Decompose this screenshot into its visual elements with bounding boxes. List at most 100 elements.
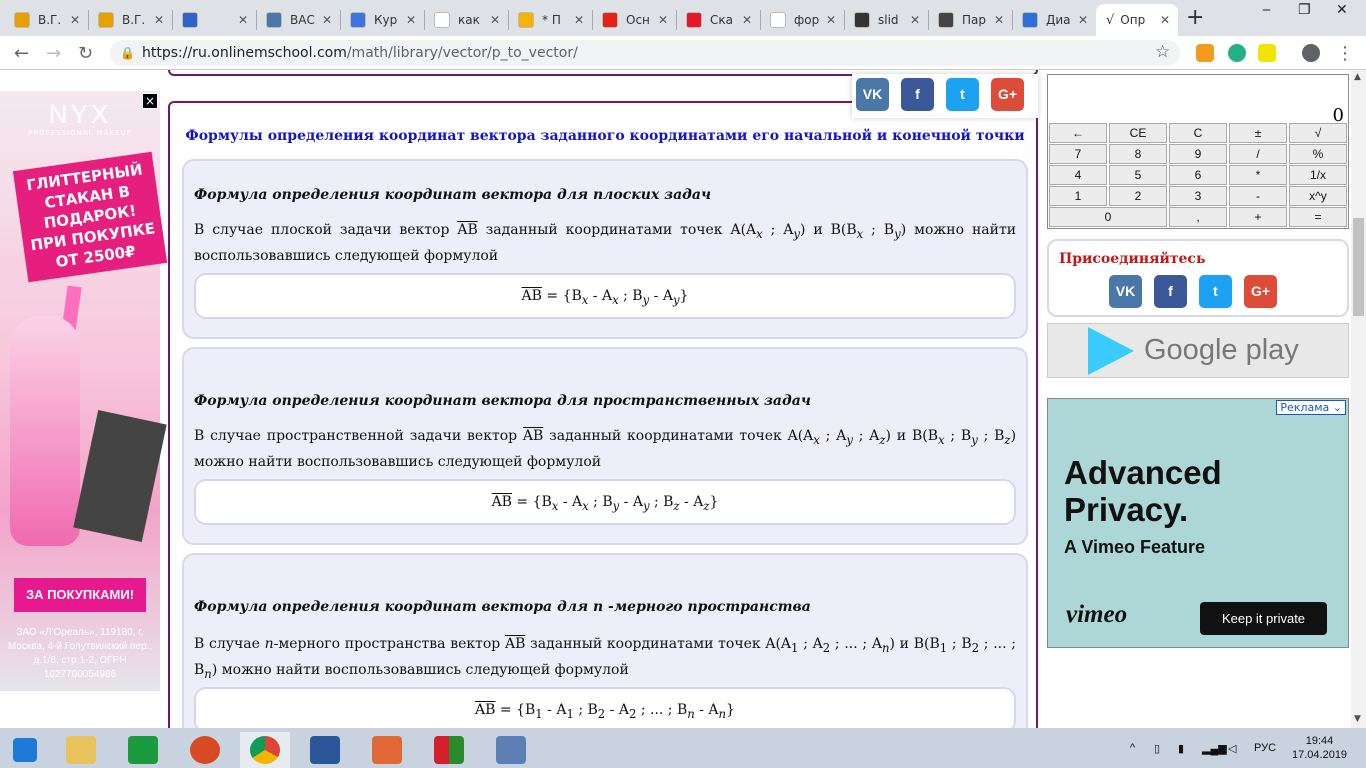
facebook-icon[interactable]: f [1154, 275, 1187, 308]
tray-arrow-icon[interactable]: ^ [1130, 742, 1135, 754]
shop-button[interactable]: ЗА ПОКУПКАМИ! [14, 578, 146, 612]
vk-icon[interactable]: VK [1109, 275, 1142, 308]
scroll-down-icon[interactable]: ▼ [1354, 714, 1361, 724]
calc-button[interactable]: x^y [1289, 186, 1347, 206]
cart-extension-icon[interactable] [1196, 44, 1214, 62]
calc-button[interactable]: 8 [1109, 144, 1167, 164]
calc-button[interactable]: - [1229, 186, 1287, 206]
app-task[interactable] [486, 732, 536, 768]
calc-button[interactable]: √ [1289, 123, 1347, 143]
calc-button[interactable]: = [1289, 207, 1347, 227]
extension-icon[interactable] [1228, 44, 1246, 62]
forward-icon[interactable]: → [46, 43, 61, 64]
matlab-task[interactable] [362, 732, 412, 768]
close-icon[interactable]: ✕ [1160, 13, 1170, 27]
close-icon[interactable]: ✕ [910, 13, 920, 27]
google-plus-icon[interactable]: G+ [1244, 275, 1277, 308]
back-icon[interactable]: ← [14, 43, 29, 64]
close-icon[interactable]: ✕ [574, 13, 584, 27]
browser-tab[interactable]: фор ✕ [760, 4, 844, 36]
close-icon[interactable]: ✕ [994, 13, 1004, 27]
browser-tab[interactable]: В.Г. ✕ [88, 4, 172, 36]
close-icon[interactable]: ✕ [322, 13, 332, 27]
browser-tab[interactable]: slid ✕ [844, 4, 928, 36]
calc-button[interactable]: 1 [1049, 186, 1107, 206]
calc-button[interactable]: 9 [1169, 144, 1227, 164]
menu-icon[interactable]: ⋮ [1336, 43, 1354, 64]
scroll-up-icon[interactable]: ▲ [1354, 72, 1361, 82]
volume-icon[interactable]: ◁ [1228, 742, 1236, 755]
twitter-icon[interactable]: t [946, 78, 979, 111]
calc-button[interactable]: 1/x [1289, 165, 1347, 185]
close-icon[interactable]: ✕ [406, 13, 416, 27]
browser-tab[interactable]: как ✕ [424, 4, 508, 36]
calc-button[interactable]: * [1229, 165, 1287, 185]
app-task[interactable] [180, 732, 230, 768]
signal-icon[interactable]: ▂▄▆ [1202, 742, 1227, 755]
address-bar[interactable]: 🔒 https://ru.onlinemschool.com/math/libr… [110, 40, 1180, 66]
start-button[interactable] [0, 732, 50, 768]
new-tab-button[interactable]: + [1186, 5, 1204, 30]
browser-tab[interactable]: Диа ✕ [1012, 4, 1096, 36]
calc-button[interactable]: + [1229, 207, 1287, 227]
browser-tab[interactable]: Ска ✕ [676, 4, 760, 36]
close-icon[interactable]: ✕ [1078, 13, 1088, 27]
close-icon[interactable]: ✕ [154, 13, 164, 27]
reload-icon[interactable]: ↻ [78, 43, 93, 64]
calc-button[interactable]: C [1169, 123, 1227, 143]
battery-icon[interactable]: ▮ [1178, 742, 1184, 755]
word-task[interactable] [300, 732, 350, 768]
restore-icon[interactable]: ❐ [1298, 2, 1311, 18]
browser-tab[interactable]: Кур ✕ [340, 4, 424, 36]
clock[interactable]: 19:44 17.04.2019 [1292, 734, 1347, 762]
close-icon[interactable]: ✕ [238, 13, 248, 27]
browser-tab[interactable]: ✕ [172, 4, 256, 36]
calc-button[interactable]: 4 [1049, 165, 1107, 185]
minimize-icon[interactable]: ‒ [1262, 2, 1271, 18]
browser-tab[interactable]: Пар ✕ [928, 4, 1012, 36]
close-window-icon[interactable]: ✕ [1336, 2, 1348, 18]
ad-label[interactable]: Реклама ⌄ [1276, 400, 1346, 415]
close-icon[interactable]: ✕ [742, 13, 752, 27]
facebook-icon[interactable]: f [901, 78, 934, 111]
browser-tab[interactable]: * П ✕ [508, 4, 592, 36]
calc-button[interactable]: 6 [1169, 165, 1227, 185]
calc-button[interactable]: 3 [1169, 186, 1227, 206]
browser-tab[interactable]: В.Г. ✕ [4, 4, 88, 36]
calc-button[interactable]: 7 [1049, 144, 1107, 164]
scroll-thumb[interactable] [1353, 218, 1364, 316]
extension-icon[interactable] [1258, 44, 1276, 62]
close-icon[interactable]: ✕ [490, 13, 500, 27]
bookmark-star-icon[interactable]: ☆ [1155, 42, 1170, 62]
calc-button[interactable]: 5 [1109, 165, 1167, 185]
keep-private-button[interactable]: Keep it private [1200, 602, 1327, 635]
browser-tab[interactable]: Осн ✕ [592, 4, 676, 36]
language-indicator[interactable]: РУС [1254, 742, 1276, 754]
vk-icon[interactable]: VK [856, 78, 889, 111]
google-plus-icon[interactable]: G+ [991, 78, 1024, 111]
calc-button[interactable]: ← [1049, 123, 1107, 143]
calc-button[interactable]: , [1169, 207, 1227, 227]
calc-button[interactable]: / [1229, 144, 1287, 164]
calc-button[interactable]: 0 [1049, 207, 1167, 227]
twitter-icon[interactable]: t [1199, 275, 1232, 308]
network-icon[interactable]: ▯ [1154, 742, 1160, 755]
calc-button[interactable]: CE [1109, 123, 1167, 143]
explorer-task[interactable] [56, 732, 106, 768]
close-icon[interactable]: ✕ [826, 13, 836, 27]
page-scrollbar[interactable]: ▲ ▼ [1351, 70, 1366, 728]
browser-tab[interactable]: ВАС ✕ [256, 4, 340, 36]
close-icon[interactable]: ✕ [658, 13, 668, 27]
store-task[interactable] [118, 732, 168, 768]
vimeo-ad-banner[interactable]: Реклама ⌄ Advanced Privacy. A Vimeo Feat… [1047, 398, 1349, 648]
calc-button[interactable]: 2 [1109, 186, 1167, 206]
calc-button[interactable]: ± [1229, 123, 1287, 143]
chrome-task[interactable] [240, 732, 290, 768]
close-icon[interactable]: ✕ [70, 13, 80, 27]
calc-button[interactable]: % [1289, 144, 1347, 164]
tab-active[interactable]: √ Опр ✕ [1096, 4, 1178, 36]
google-play-banner[interactable]: Google play [1047, 323, 1349, 378]
nyx-ad-banner[interactable]: × NYX PROFESSIONAL MAKEUP ГЛИТТЕРНЫЙ СТА… [0, 91, 168, 691]
profile-icon[interactable] [1302, 44, 1320, 62]
app-task[interactable] [424, 732, 474, 768]
